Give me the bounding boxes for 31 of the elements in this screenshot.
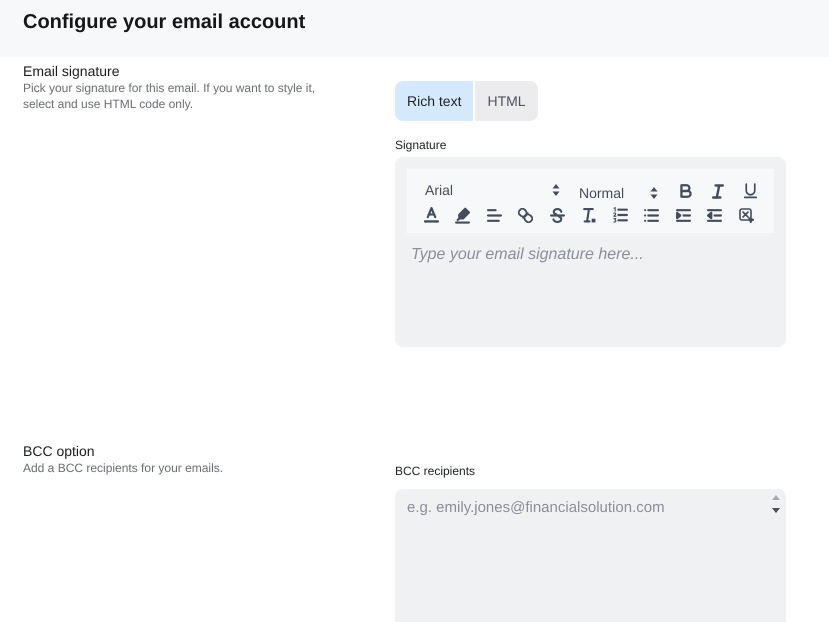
section-description: Pick your signature for this email. If you want to style it, select and use HTML code only. [23, 80, 316, 112]
updown-icon [552, 182, 560, 196]
page-title: Configure your email account [23, 10, 306, 35]
section-title: BCC option [23, 442, 95, 460]
bold-icon [679, 183, 693, 199]
outdent-icon [707, 208, 722, 222]
italic-icon [712, 184, 724, 198]
section-description: Add a BCC recipients for your emails. [23, 460, 224, 476]
field-label: BCC recipients [395, 463, 476, 479]
signature-editor[interactable]: Arial Normal Type your email signature here... [395, 157, 786, 347]
align-left-icon [486, 208, 502, 222]
scroll-down-icon[interactable] [772, 508, 780, 513]
link-icon [518, 208, 533, 222]
underline-icon [744, 183, 756, 199]
numbered-list-icon [612, 207, 628, 223]
clear-format-icon [582, 208, 596, 222]
strikethrough-icon [550, 208, 564, 222]
mode-tab[interactable]: HTML [475, 81, 538, 121]
signature-input[interactable]: Type your email signature here... [407, 233, 774, 335]
mode-tab[interactable]: Rich text [395, 81, 474, 121]
text-color-icon [424, 207, 438, 223]
indent-icon [676, 208, 690, 222]
bcc-recipients-input[interactable]: e.g. emily.jones@financialsolution.com [395, 489, 786, 622]
highlighter-icon [455, 206, 470, 224]
field-label: Signature [395, 137, 446, 153]
bullet-list-icon [644, 208, 659, 222]
font-select[interactable]: Arial [419, 179, 567, 203]
square-x-icon [738, 208, 754, 222]
size-select[interactable]: Normal [573, 179, 665, 203]
updown-icon [650, 186, 658, 200]
section-title: Email signature [23, 62, 120, 80]
